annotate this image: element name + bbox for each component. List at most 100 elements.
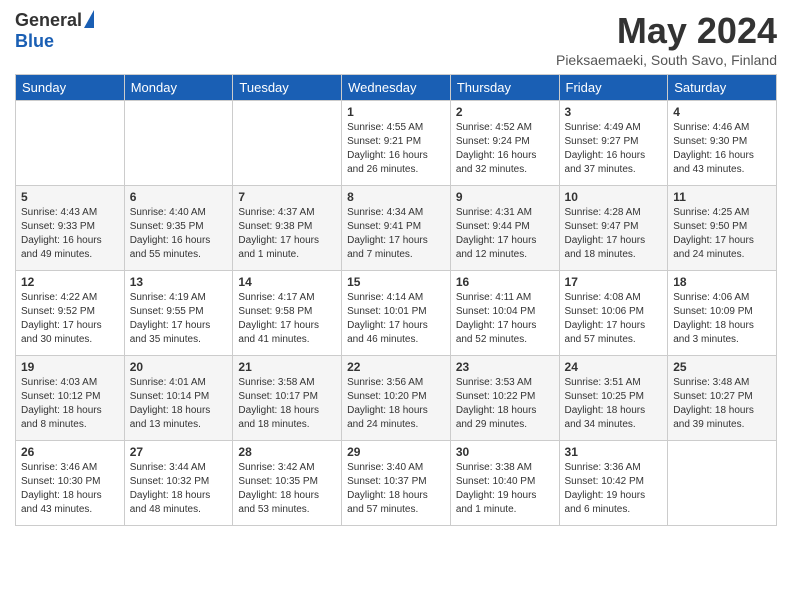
table-row: 25Sunrise: 3:48 AM Sunset: 10:27 PM Dayl…	[668, 356, 777, 441]
day-info: Sunrise: 4:37 AM Sunset: 9:38 PM Dayligh…	[238, 206, 336, 262]
table-row: 6 Sunrise: 4:40 AM Sunset: 9:35 PM Daylig…	[124, 186, 233, 271]
day-number: 29	[347, 445, 445, 459]
day-number: 7	[238, 190, 336, 204]
day-info: Sunrise: 3:36 AM Sunset: 10:42 PM Daylig…	[565, 461, 663, 517]
table-row: 23Sunrise: 3:53 AM Sunset: 10:22 PM Dayl…	[450, 356, 559, 441]
logo-triangle-icon	[84, 10, 94, 28]
day-info: Sunrise: 3:58 AM Sunset: 10:17 PM Daylig…	[238, 376, 336, 432]
day-info: Sunrise: 3:53 AM Sunset: 10:22 PM Daylig…	[456, 376, 554, 432]
calendar-week-4: 19Sunrise: 4:03 AM Sunset: 10:12 PM Dayl…	[16, 356, 777, 441]
day-number: 18	[673, 275, 771, 289]
table-row: 31 Sunrise: 3:36 AM Sunset: 10:42 PM Dayl…	[559, 441, 668, 526]
header-monday: Monday	[124, 75, 233, 101]
table-row: 3 Sunrise: 4:49 AM Sunset: 9:27 PM Daylig…	[559, 101, 668, 186]
day-number: 14	[238, 275, 336, 289]
logo-text: General	[15, 10, 94, 31]
table-row: 11 Sunrise: 4:25 AM Sunset: 9:50 PM Dayli…	[668, 186, 777, 271]
table-row	[668, 441, 777, 526]
table-row: 20 Sunrise: 4:01 AM Sunset: 10:14 PM Dayl…	[124, 356, 233, 441]
day-info: Sunrise: 4:11 AM Sunset: 10:04 PM Daylig…	[456, 291, 554, 347]
day-info: Sunrise: 3:38 AM Sunset: 10:40 PM Daylig…	[456, 461, 554, 517]
table-row: 30 Sunrise: 3:38 AM Sunset: 10:40 PM Dayl…	[450, 441, 559, 526]
day-info: Sunrise: 4:49 AM Sunset: 9:27 PM Dayligh…	[565, 121, 663, 177]
day-info: Sunrise: 4:25 AM Sunset: 9:50 PM Dayligh…	[673, 206, 771, 262]
day-info: Sunrise: 3:56 AM Sunset: 10:20 PM Daylig…	[347, 376, 445, 432]
day-info: Sunrise: 4:14 AM Sunset: 10:01 PM Daylig…	[347, 291, 445, 347]
header-wednesday: Wednesday	[342, 75, 451, 101]
day-info: Sunrise: 4:34 AM Sunset: 9:41 PM Dayligh…	[347, 206, 445, 262]
table-row: 17Sunrise: 4:08 AM Sunset: 10:06 PM Dayl…	[559, 271, 668, 356]
table-row	[233, 101, 342, 186]
logo-general: General	[15, 10, 82, 31]
header-friday: Friday	[559, 75, 668, 101]
day-number: 13	[130, 275, 228, 289]
calendar-title: May 2024	[556, 10, 777, 52]
calendar-week-3: 12 Sunrise: 4:22 AM Sunset: 9:52 PM Dayli…	[16, 271, 777, 356]
table-row: 29 Sunrise: 3:40 AM Sunset: 10:37 PM Dayl…	[342, 441, 451, 526]
calendar-week-5: 26 Sunrise: 3:46 AM Sunset: 10:30 PM Dayl…	[16, 441, 777, 526]
day-number: 5	[21, 190, 119, 204]
day-number: 31	[565, 445, 663, 459]
logo: General Blue	[15, 10, 94, 52]
day-info: Sunrise: 3:44 AM Sunset: 10:32 PM Daylig…	[130, 461, 228, 517]
day-info: Sunrise: 4:31 AM Sunset: 9:44 PM Dayligh…	[456, 206, 554, 262]
table-row: 2Sunrise: 4:52 AM Sunset: 9:24 PM Daylig…	[450, 101, 559, 186]
table-row	[124, 101, 233, 186]
day-info: Sunrise: 4:22 AM Sunset: 9:52 PM Dayligh…	[21, 291, 119, 347]
day-info: Sunrise: 4:28 AM Sunset: 9:47 PM Dayligh…	[565, 206, 663, 262]
day-info: Sunrise: 3:42 AM Sunset: 10:35 PM Daylig…	[238, 461, 336, 517]
table-row: 12 Sunrise: 4:22 AM Sunset: 9:52 PM Dayli…	[16, 271, 125, 356]
day-info: Sunrise: 4:01 AM Sunset: 10:14 PM Daylig…	[130, 376, 228, 432]
calendar-table: Sunday Monday Tuesday Wednesday Thursday…	[15, 74, 777, 526]
day-number: 20	[130, 360, 228, 374]
day-info: Sunrise: 4:08 AM Sunset: 10:06 PM Daylig…	[565, 291, 663, 347]
table-row: 5 Sunrise: 4:43 AM Sunset: 9:33 PM Daylig…	[16, 186, 125, 271]
calendar-page: General Blue May 2024 Pieksaemaeki, Sout…	[0, 0, 792, 536]
table-row: 1 Sunrise: 4:55 AM Sunset: 9:21 PM Daylig…	[342, 101, 451, 186]
day-number: 9	[456, 190, 554, 204]
table-row: 15Sunrise: 4:14 AM Sunset: 10:01 PM Dayl…	[342, 271, 451, 356]
day-info: Sunrise: 4:55 AM Sunset: 9:21 PM Dayligh…	[347, 121, 445, 177]
day-number: 4	[673, 105, 771, 119]
header-thursday: Thursday	[450, 75, 559, 101]
table-row: 21 Sunrise: 3:58 AM Sunset: 10:17 PM Dayl…	[233, 356, 342, 441]
table-row: 19Sunrise: 4:03 AM Sunset: 10:12 PM Dayl…	[16, 356, 125, 441]
day-info: Sunrise: 3:40 AM Sunset: 10:37 PM Daylig…	[347, 461, 445, 517]
table-row: 14 Sunrise: 4:17 AM Sunset: 9:58 PM Dayli…	[233, 271, 342, 356]
day-number: 22	[347, 360, 445, 374]
day-number: 30	[456, 445, 554, 459]
day-number: 24	[565, 360, 663, 374]
day-number: 6	[130, 190, 228, 204]
logo-blue: Blue	[15, 31, 54, 52]
table-row: 10Sunrise: 4:28 AM Sunset: 9:47 PM Dayli…	[559, 186, 668, 271]
day-number: 8	[347, 190, 445, 204]
day-number: 1	[347, 105, 445, 119]
day-info: Sunrise: 4:43 AM Sunset: 9:33 PM Dayligh…	[21, 206, 119, 262]
table-row: 24Sunrise: 3:51 AM Sunset: 10:25 PM Dayl…	[559, 356, 668, 441]
table-row: 28 Sunrise: 3:42 AM Sunset: 10:35 PM Dayl…	[233, 441, 342, 526]
calendar-subtitle: Pieksaemaeki, South Savo, Finland	[556, 52, 777, 68]
header-tuesday: Tuesday	[233, 75, 342, 101]
calendar-week-1: 1 Sunrise: 4:55 AM Sunset: 9:21 PM Daylig…	[16, 101, 777, 186]
table-row: 7 Sunrise: 4:37 AM Sunset: 9:38 PM Daylig…	[233, 186, 342, 271]
day-info: Sunrise: 4:46 AM Sunset: 9:30 PM Dayligh…	[673, 121, 771, 177]
table-row: 18Sunrise: 4:06 AM Sunset: 10:09 PM Dayl…	[668, 271, 777, 356]
table-row: 27Sunrise: 3:44 AM Sunset: 10:32 PM Dayl…	[124, 441, 233, 526]
day-number: 2	[456, 105, 554, 119]
day-number: 25	[673, 360, 771, 374]
header-saturday: Saturday	[668, 75, 777, 101]
day-number: 21	[238, 360, 336, 374]
day-number: 3	[565, 105, 663, 119]
header-row: Sunday Monday Tuesday Wednesday Thursday…	[16, 75, 777, 101]
day-number: 26	[21, 445, 119, 459]
table-row: 9 Sunrise: 4:31 AM Sunset: 9:44 PM Daylig…	[450, 186, 559, 271]
day-number: 16	[456, 275, 554, 289]
day-number: 12	[21, 275, 119, 289]
day-info: Sunrise: 4:17 AM Sunset: 9:58 PM Dayligh…	[238, 291, 336, 347]
day-number: 11	[673, 190, 771, 204]
day-info: Sunrise: 4:40 AM Sunset: 9:35 PM Dayligh…	[130, 206, 228, 262]
day-number: 28	[238, 445, 336, 459]
day-info: Sunrise: 3:46 AM Sunset: 10:30 PM Daylig…	[21, 461, 119, 517]
table-row: 26 Sunrise: 3:46 AM Sunset: 10:30 PM Dayl…	[16, 441, 125, 526]
table-row	[16, 101, 125, 186]
